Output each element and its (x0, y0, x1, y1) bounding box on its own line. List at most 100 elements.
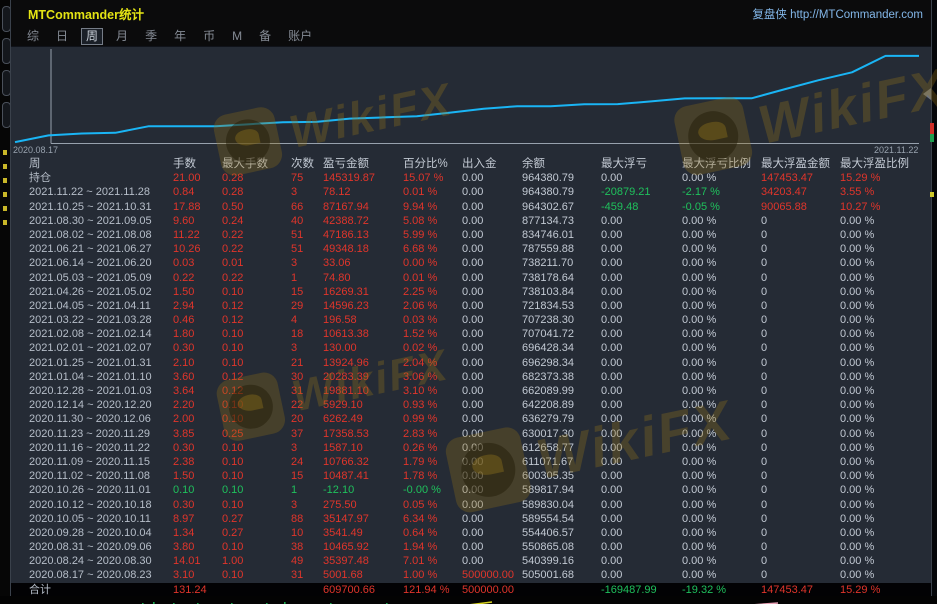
cell-trades: 1 (291, 483, 323, 497)
cell-balance: 964380.79 (522, 185, 601, 199)
cell-max-float-profit-pct: 0.00 % (840, 412, 931, 426)
cell-lots: 0.30 (173, 441, 222, 455)
cell-week-range: 2021.06.14 ~ 2021.06.20 (29, 256, 173, 270)
cell-max-float-loss-pct: 0.00 % (682, 285, 761, 299)
cell-max-float-profit: 0 (761, 568, 840, 582)
cell-balance: 834746.01 (522, 228, 601, 242)
cell-profit-amount: 5001.68 (323, 568, 403, 582)
cell-profit-amount: 196.58 (323, 313, 403, 327)
table-row[interactable]: 2021.03.22 ~ 2021.03.280.460.124196.580.… (11, 313, 931, 327)
cell-week-range: 2020.11.16 ~ 2020.11.22 (29, 441, 173, 455)
menu-item-日[interactable]: 日 (52, 29, 72, 44)
table-row[interactable]: 2020.10.26 ~ 2020.11.010.100.101-12.10-0… (11, 483, 931, 497)
cell-deposit-withdraw: 0.00 (462, 483, 522, 497)
cell-max-float-profit: 0 (761, 540, 840, 554)
cell-max-float-profit-pct: 0.00 % (840, 554, 931, 568)
cell-percent: 3.06 % (403, 370, 462, 384)
cell-max-float-loss-pct: -0.05 % (682, 200, 761, 214)
cell-profit-amount: 275.50 (323, 498, 403, 512)
table-row[interactable]: 2020.10.12 ~ 2020.10.180.300.103275.500.… (11, 498, 931, 512)
table-row[interactable]: 2021.08.02 ~ 2021.08.0811.220.225147186.… (11, 228, 931, 242)
table-row[interactable]: 2021.01.04 ~ 2021.01.103.600.123020283.3… (11, 370, 931, 384)
cell-balance: 707041.72 (522, 327, 601, 341)
menu-item-综[interactable]: 综 (23, 29, 43, 44)
cell-deposit-withdraw: 0.00 (462, 171, 522, 185)
yellow-tick (3, 220, 7, 225)
table-row[interactable]: 2021.06.21 ~ 2021.06.2710.260.225149348.… (11, 242, 931, 256)
table-row[interactable]: 2020.12.14 ~ 2020.12.202.200.10225929.10… (11, 398, 931, 412)
menu-item-月[interactable]: 月 (112, 29, 132, 44)
cell-percent: 7.01 % (403, 554, 462, 568)
table-row[interactable]: 2020.08.24 ~ 2020.08.3014.011.004935397.… (11, 554, 931, 568)
cell-max-lots: 0.10 (222, 498, 291, 512)
cell-lots: 3.85 (173, 427, 222, 441)
table-row[interactable]: 2021.05.03 ~ 2021.05.090.220.22174.800.0… (11, 271, 931, 285)
cell-trades: 10 (291, 526, 323, 540)
cell-trades: 18 (291, 327, 323, 341)
cell-week-range: 2020.11.02 ~ 2020.11.08 (29, 469, 173, 483)
table-row[interactable]: 2021.04.26 ~ 2021.05.021.500.101516269.3… (11, 285, 931, 299)
cell-lots: 2.00 (173, 412, 222, 426)
table-row[interactable]: 2020.09.28 ~ 2020.10.041.340.27103541.49… (11, 526, 931, 540)
cell-week-range: 2020.10.26 ~ 2020.11.01 (29, 483, 173, 497)
table-row[interactable]: 2021.04.05 ~ 2021.04.112.940.122914596.2… (11, 299, 931, 313)
cell-lots: 1.50 (173, 285, 222, 299)
table-row[interactable]: 2021.01.25 ~ 2021.01.312.100.102113924.9… (11, 356, 931, 370)
cell-max-float-loss-pct: 0.00 % (682, 171, 761, 185)
cell-trades: 3 (291, 441, 323, 455)
table-row[interactable]: 2021.06.14 ~ 2021.06.200.030.01333.060.0… (11, 256, 931, 270)
cell-trades: 3 (291, 341, 323, 355)
cell-max-float-loss: 0.00 (601, 271, 682, 285)
mtcommander-stats-window: MTCommander统计 复盘侠 http://MTCommander.com… (10, 0, 932, 599)
table-row[interactable]: 2020.11.23 ~ 2020.11.293.850.253717358.5… (11, 427, 931, 441)
cell-max-float-profit: 90065.88 (761, 200, 840, 214)
menu-item-周[interactable]: 周 (81, 28, 103, 45)
cell-max-lots: 0.27 (222, 526, 291, 540)
table-row[interactable]: 2021.02.08 ~ 2021.02.141.800.101810613.3… (11, 327, 931, 341)
table-row[interactable]: 2020.11.09 ~ 2020.11.152.380.102410766.3… (11, 455, 931, 469)
table-row[interactable]: 2020.10.05 ~ 2020.10.118.970.278835147.9… (11, 512, 931, 526)
cell-percent: -0.00 % (403, 483, 462, 497)
cell-lots: 0.84 (173, 185, 222, 199)
cell-trades: 75 (291, 171, 323, 185)
table-row[interactable]: 2020.11.02 ~ 2020.11.081.500.101510487.4… (11, 469, 931, 483)
cell-max-float-profit: 0 (761, 285, 840, 299)
cell-lots: 2.20 (173, 398, 222, 412)
cell-balance: 554406.57 (522, 526, 601, 540)
cell-max-lots: 0.10 (222, 327, 291, 341)
menu-item-季[interactable]: 季 (141, 29, 161, 44)
table-row[interactable]: 2020.08.31 ~ 2020.09.063.800.103810465.9… (11, 540, 931, 554)
table-row[interactable]: 2020.08.17 ~ 2020.08.233.100.10315001.68… (11, 568, 931, 582)
brand-link[interactable]: 复盘侠 http://MTCommander.com (752, 6, 923, 22)
table-row[interactable]: 2021.11.22 ~ 2021.11.280.840.28378.120.0… (11, 185, 931, 199)
cell-lots: 手数 (173, 157, 222, 171)
cell-max-float-profit-pct: 最大浮盈比例 (840, 157, 931, 171)
cell-balance: 682373.38 (522, 370, 601, 384)
cell-week-range: 2021.08.02 ~ 2021.08.08 (29, 228, 173, 242)
menu-item-币[interactable]: 币 (199, 29, 219, 44)
table-row[interactable]: 2020.11.30 ~ 2020.12.062.000.10206262.49… (11, 412, 931, 426)
cell-deposit-withdraw: 0.00 (462, 412, 522, 426)
cell-percent: 6.34 % (403, 512, 462, 526)
cell-balance: 964302.67 (522, 200, 601, 214)
menu-item-M[interactable]: M (228, 29, 246, 44)
cell-max-lots: 0.24 (222, 214, 291, 228)
cell-trades: 3 (291, 498, 323, 512)
menu-item-账户[interactable]: 账户 (284, 29, 316, 44)
table-row[interactable]: 持仓21.000.2875145319.8715.07 %0.00964380.… (11, 171, 931, 185)
cell-week-range: 2020.12.28 ~ 2021.01.03 (29, 384, 173, 398)
cell-balance: 707238.30 (522, 313, 601, 327)
cell-lots: 0.46 (173, 313, 222, 327)
cell-profit-amount: 145319.87 (323, 171, 403, 185)
table-row[interactable]: 2021.10.25 ~ 2021.10.3117.880.506687167.… (11, 200, 931, 214)
cell-max-float-loss-pct: 0.00 % (682, 271, 761, 285)
cell-trades: 31 (291, 568, 323, 582)
cell-max-float-profit: 0 (761, 526, 840, 540)
table-row[interactable]: 2020.12.28 ~ 2021.01.033.640.123119881.1… (11, 384, 931, 398)
menu-item-年[interactable]: 年 (170, 29, 190, 44)
table-row[interactable]: 2020.11.16 ~ 2020.11.220.300.1031587.100… (11, 441, 931, 455)
table-row[interactable]: 2021.02.01 ~ 2021.02.070.300.103130.000.… (11, 341, 931, 355)
cell-profit-amount: 10613.38 (323, 327, 403, 341)
menu-item-备[interactable]: 备 (255, 29, 275, 44)
table-row[interactable]: 2021.08.30 ~ 2021.09.059.600.244042388.7… (11, 214, 931, 228)
